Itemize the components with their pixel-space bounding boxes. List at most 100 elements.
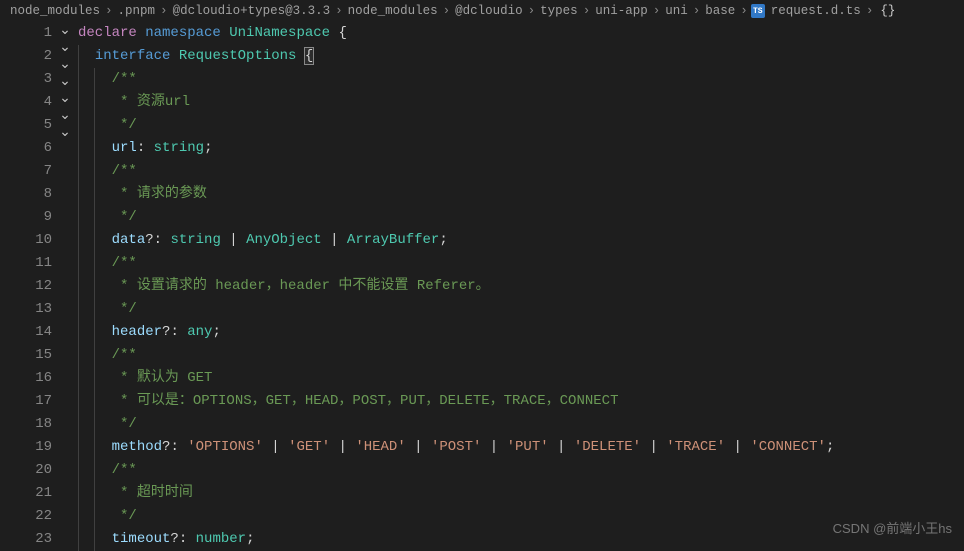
line-number: 15	[0, 344, 56, 367]
code-token: /**	[112, 462, 137, 478]
breadcrumb-seg[interactable]: node_modules	[8, 4, 102, 18]
code-line[interactable]: method?: 'OPTIONS' | 'GET' | 'HEAD' | 'P…	[78, 436, 964, 459]
code-line[interactable]: * 设置请求的 header，header 中不能设置 Referer。	[78, 275, 964, 298]
indent-guide	[94, 114, 95, 137]
fold-toggle-icon[interactable]: ⌄	[59, 40, 71, 56]
breadcrumb-seg[interactable]: @dcloudio+types@3.3.3	[171, 4, 333, 18]
indent-guide	[78, 91, 79, 114]
line-number: 4	[0, 91, 56, 114]
indent-guide	[78, 459, 79, 482]
indent-guide	[94, 413, 95, 436]
fold-toggle-icon[interactable]: ⌄	[59, 91, 71, 107]
chevron-right-icon: ›	[740, 4, 748, 18]
code-line[interactable]: /**	[78, 344, 964, 367]
code-line[interactable]: /**	[78, 160, 964, 183]
code-token: UniNamespace	[229, 25, 330, 41]
code-line[interactable]: interface RequestOptions {	[78, 45, 964, 68]
code-token: :	[170, 439, 187, 455]
code-line[interactable]: * 资源url	[78, 91, 964, 114]
fold-toggle-icon[interactable]: ⌄	[59, 74, 71, 90]
code-line[interactable]: * 超时时间	[78, 482, 964, 505]
indent-guide	[78, 344, 79, 367]
breadcrumb-seg[interactable]: types	[538, 4, 580, 18]
line-number: 6	[0, 137, 56, 160]
line-number: 18	[0, 413, 56, 436]
indent-guide	[94, 137, 95, 160]
code-token: 'GET'	[288, 439, 330, 455]
code-editor[interactable]: 1234567891011121314151617181920212223 ⌄⌄…	[0, 22, 964, 547]
chevron-right-icon: ›	[866, 4, 874, 18]
code-line[interactable]: */	[78, 206, 964, 229]
code-token: ;	[439, 232, 447, 248]
code-token: ;	[826, 439, 834, 455]
indent-guide	[78, 183, 79, 206]
code-token: namespace	[145, 25, 221, 41]
code-line[interactable]: /**	[78, 459, 964, 482]
code-line[interactable]: * 默认为 GET	[78, 367, 964, 390]
breadcrumb-seg[interactable]: uni	[663, 4, 690, 18]
line-number: 16	[0, 367, 56, 390]
code-line[interactable]: */	[78, 298, 964, 321]
indent-guide	[94, 436, 95, 459]
indent-guide	[78, 321, 79, 344]
breadcrumb-file[interactable]: request.d.ts	[769, 4, 863, 18]
code-token: data	[112, 232, 146, 248]
breadcrumb: node_modules › .pnpm › @dcloudio+types@3.3…	[0, 0, 964, 22]
indent-guide	[78, 229, 79, 252]
fold-toggle-icon[interactable]: ⌄	[59, 23, 71, 39]
code-line[interactable]: declare namespace UniNamespace {	[78, 22, 964, 45]
code-token: |	[221, 232, 246, 248]
code-line[interactable]: url: string;	[78, 137, 964, 160]
line-number: 22	[0, 505, 56, 528]
symbol-namespace-icon[interactable]: {}	[880, 4, 895, 18]
code-token: ArrayBuffer	[347, 232, 439, 248]
breadcrumb-seg[interactable]: base	[703, 4, 737, 18]
indent-guide	[78, 390, 79, 413]
code-token	[221, 25, 229, 41]
code-token: |	[263, 439, 288, 455]
fold-toggle-icon[interactable]: ⌄	[59, 125, 71, 141]
indent-guide	[78, 505, 79, 528]
indent-guide	[94, 528, 95, 551]
indent-guide	[78, 68, 79, 91]
code-token: |	[330, 439, 355, 455]
fold-toggle-icon[interactable]: ⌄	[59, 108, 71, 124]
code-line[interactable]: * 请求的参数	[78, 183, 964, 206]
line-number: 10	[0, 229, 56, 252]
code-line[interactable]: timeout?: number;	[78, 528, 964, 551]
code-token	[170, 48, 178, 64]
code-token: AnyObject	[246, 232, 322, 248]
code-line[interactable]: /**	[78, 68, 964, 91]
breadcrumb-seg[interactable]: node_modules	[346, 4, 440, 18]
breadcrumb-seg[interactable]: .pnpm	[116, 4, 158, 18]
code-area[interactable]: declare namespace UniNamespace { interfa…	[74, 22, 964, 547]
code-token	[296, 48, 304, 64]
code-token: /**	[112, 255, 137, 271]
code-token: number	[196, 531, 246, 547]
indent-guide	[94, 252, 95, 275]
code-token: header	[112, 324, 162, 340]
code-line[interactable]: * 可以是：OPTIONS，GET，HEAD，POST，PUT，DELETE，T…	[78, 390, 964, 413]
code-line[interactable]: */	[78, 505, 964, 528]
fold-toggle-icon[interactable]: ⌄	[59, 57, 71, 73]
indent-guide	[94, 68, 95, 91]
code-token: 'TRACE'	[666, 439, 725, 455]
code-token: * 设置请求的 header，header 中不能设置 Referer。	[112, 278, 490, 294]
breadcrumb-seg[interactable]: uni-app	[593, 4, 650, 18]
code-line[interactable]: */	[78, 413, 964, 436]
code-line[interactable]: data?: string | AnyObject | ArrayBuffer;	[78, 229, 964, 252]
code-line[interactable]: */	[78, 114, 964, 137]
indent-guide	[78, 275, 79, 298]
indent-guide	[78, 436, 79, 459]
indent-guide	[78, 160, 79, 183]
line-number: 8	[0, 183, 56, 206]
code-line[interactable]: /**	[78, 252, 964, 275]
code-line[interactable]: header?: any;	[78, 321, 964, 344]
code-token: 'OPTIONS'	[187, 439, 263, 455]
breadcrumb-seg[interactable]: @dcloudio	[453, 4, 525, 18]
code-token: * 默认为 GET	[112, 370, 213, 386]
indent-guide	[94, 206, 95, 229]
code-token: {	[305, 48, 313, 64]
code-token: */	[112, 209, 137, 225]
line-number: 14	[0, 321, 56, 344]
